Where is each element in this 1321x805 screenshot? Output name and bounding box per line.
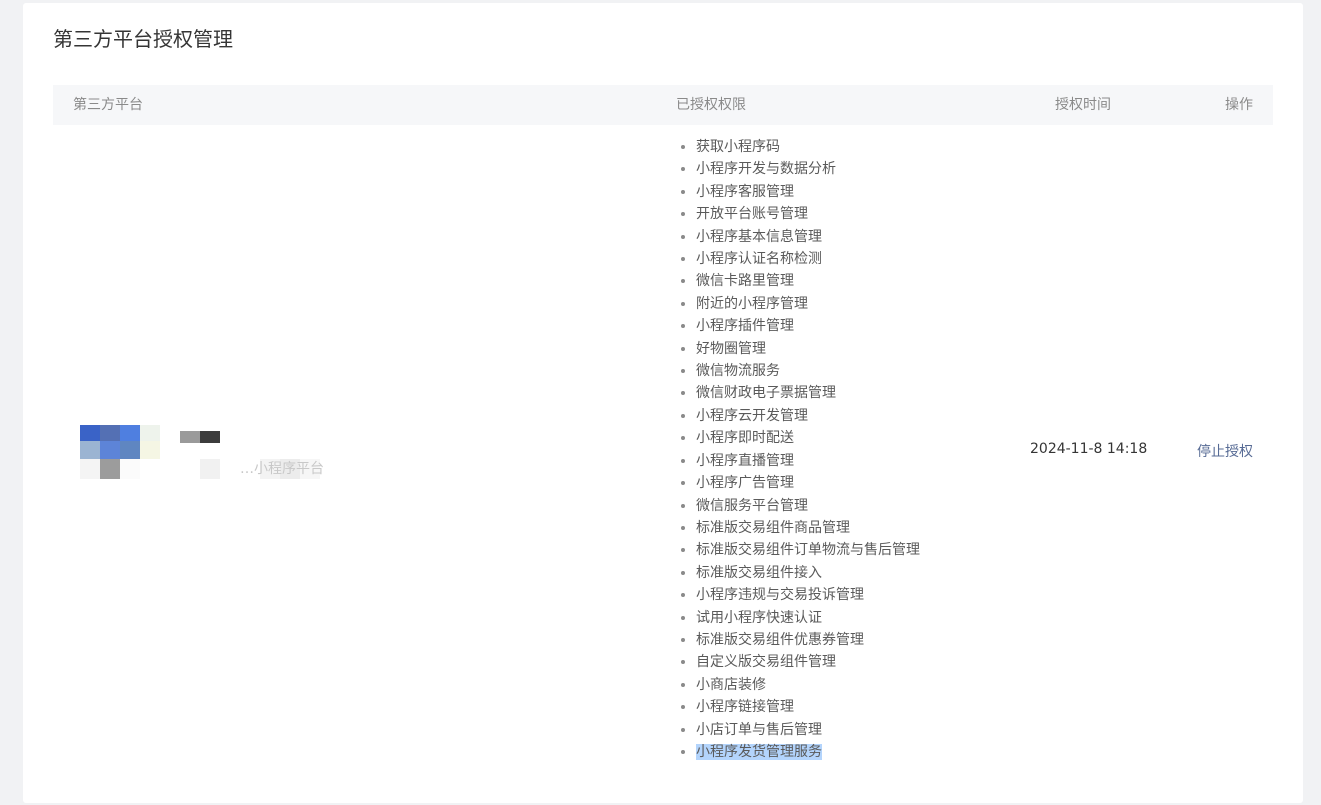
platform-logo-icon (80, 425, 160, 481)
permission-label: 小程序开发与数据分析 (696, 161, 836, 178)
permission-item: 自定义版交易组件管理 (696, 651, 996, 673)
permission-label: 小程序发货管理服务 (696, 743, 822, 760)
permission-label: 好物圈管理 (696, 340, 766, 357)
permission-label: 试用小程序快速认证 (696, 609, 822, 626)
permission-label: 小程序基本信息管理 (696, 228, 822, 245)
permission-item: 小程序链接管理 (696, 696, 996, 718)
permission-label: 小程序即时配送 (696, 430, 794, 447)
permission-item: 小商店装修 (696, 674, 996, 696)
permission-item: 小店订单与售后管理 (696, 719, 996, 741)
permission-label: 小商店装修 (696, 676, 766, 693)
permission-item: 微信物流服务 (696, 360, 996, 382)
permission-label: 小程序直播管理 (696, 452, 794, 469)
permission-item: 微信卡路里管理 (696, 270, 996, 292)
permission-label: 标准版交易组件订单物流与售后管理 (696, 542, 920, 559)
column-header-platform: 第三方平台 (73, 97, 143, 113)
permission-label: 小程序客服管理 (696, 183, 794, 200)
permission-item: 小程序即时配送 (696, 427, 996, 449)
permissions-cell: 获取小程序码小程序开发与数据分析小程序客服管理开放平台账号管理小程序基本信息管理… (676, 136, 996, 763)
permission-label: 开放平台账号管理 (696, 206, 808, 223)
page-title: 第三方平台授权管理 (53, 27, 233, 51)
permission-item: 标准版交易组件接入 (696, 562, 996, 584)
permission-item: 微信财政电子票据管理 (696, 382, 996, 404)
permission-item: 小程序认证名称检测 (696, 248, 996, 270)
permission-item: 小程序广告管理 (696, 472, 996, 494)
permission-label: 获取小程序码 (696, 139, 780, 155)
permission-item: 获取小程序码 (696, 136, 996, 158)
permission-item: 标准版交易组件订单物流与售后管理 (696, 539, 996, 561)
permission-item: 标准版交易组件商品管理 (696, 517, 996, 539)
column-header-permissions: 已授权权限 (676, 97, 746, 113)
permission-label: 微信物流服务 (696, 363, 780, 380)
permission-item: 附近的小程序管理 (696, 293, 996, 315)
permission-item: 小程序开发与数据分析 (696, 158, 996, 180)
permission-item: 开放平台账号管理 (696, 203, 996, 225)
permission-label: 小程序广告管理 (696, 475, 794, 492)
permission-label: 小程序认证名称检测 (696, 251, 822, 268)
auth-time: 2024-11-8 14:18 (1030, 441, 1148, 457)
column-header-action: 操作 (1225, 97, 1253, 113)
platform-name: …小程序平台 (240, 461, 324, 477)
platform-name-redacted: …小程序平台 (180, 431, 360, 481)
permission-label: 微信卡路里管理 (696, 273, 794, 290)
permission-label: 标准版交易组件优惠券管理 (696, 631, 864, 648)
permission-item: 好物圈管理 (696, 338, 996, 360)
permission-item: 小程序直播管理 (696, 450, 996, 472)
auth-management-card: 第三方平台授权管理 第三方平台 已授权权限 授权时间 操作 …小程序平台 • 获… (23, 3, 1303, 803)
stop-authorization-link[interactable]: 停止授权 (1197, 441, 1253, 461)
column-header-time: 授权时间 (1055, 97, 1111, 113)
permission-item: 小程序发货管理服务 (696, 741, 996, 763)
permission-item: 小程序云开发管理 (696, 405, 996, 427)
permission-item: 小程序违规与交易投诉管理 (696, 584, 996, 606)
permission-item: 标准版交易组件优惠券管理 (696, 629, 996, 651)
platform-cell: …小程序平台 (80, 425, 360, 485)
permission-label: 小程序插件管理 (696, 318, 794, 335)
permission-label: 小程序云开发管理 (696, 407, 808, 424)
permission-label: 微信服务平台管理 (696, 497, 808, 514)
permission-item: 小程序基本信息管理 (696, 226, 996, 248)
table-row: …小程序平台 获取小程序码小程序开发与数据分析小程序客服管理开放平台账号管理小程… (53, 125, 1273, 805)
permission-label: 附近的小程序管理 (696, 295, 808, 312)
permission-label: 小程序链接管理 (696, 699, 794, 716)
permission-item: 小程序客服管理 (696, 181, 996, 203)
permission-label: 标准版交易组件接入 (696, 564, 822, 581)
permission-label: 自定义版交易组件管理 (696, 654, 836, 671)
permission-label: 小程序违规与交易投诉管理 (696, 587, 864, 604)
permission-label: 小店订单与售后管理 (696, 721, 822, 738)
table-header: 第三方平台 已授权权限 授权时间 操作 (53, 85, 1273, 125)
permission-item: 试用小程序快速认证 (696, 607, 996, 629)
permissions-list: 获取小程序码小程序开发与数据分析小程序客服管理开放平台账号管理小程序基本信息管理… (676, 136, 996, 763)
permission-item: 小程序插件管理 (696, 315, 996, 337)
permission-label: 标准版交易组件商品管理 (696, 519, 850, 536)
permission-item: 微信服务平台管理 (696, 495, 996, 517)
permission-label: 微信财政电子票据管理 (696, 385, 836, 402)
